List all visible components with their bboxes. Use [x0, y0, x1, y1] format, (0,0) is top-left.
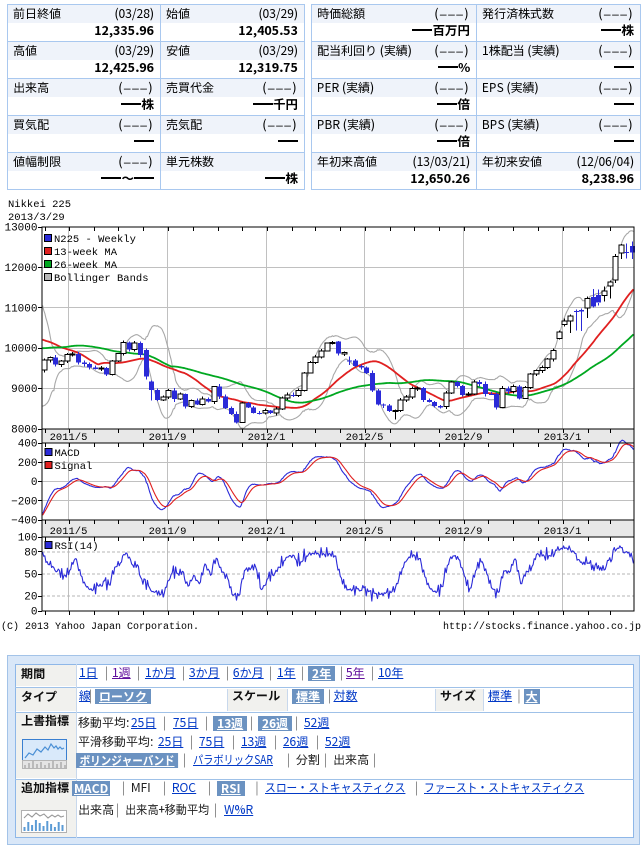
svg-text:2012/1: 2012/1: [248, 432, 286, 444]
svg-text:2011/9: 2011/9: [149, 526, 187, 538]
svg-text:2011/5: 2011/5: [50, 432, 88, 444]
svg-text:MACD: MACD: [55, 448, 80, 460]
svg-text:80: 80: [24, 547, 37, 559]
svg-text:8000: 8000: [11, 425, 37, 437]
svg-text:RSI(14): RSI(14): [55, 541, 99, 553]
svg-text:400: 400: [18, 439, 38, 451]
svg-text:2012/1: 2012/1: [248, 526, 286, 538]
svg-text:−200: −200: [11, 496, 37, 508]
svg-text:13-week MA: 13-week MA: [54, 247, 118, 259]
svg-text:100: 100: [18, 533, 38, 545]
svg-text:26-week MA: 26-week MA: [54, 260, 118, 272]
svg-text:9000: 9000: [11, 384, 37, 396]
svg-text:Signal: Signal: [55, 461, 93, 473]
svg-text:2011/5: 2011/5: [50, 526, 88, 538]
svg-text:2012/5: 2012/5: [346, 432, 384, 444]
svg-text:Bollinger Bands: Bollinger Bands: [54, 273, 149, 285]
svg-text:2013/1: 2013/1: [544, 526, 582, 538]
svg-text:2012/9: 2012/9: [445, 526, 483, 538]
svg-text:http://stocks.finance.yahoo.co: http://stocks.finance.yahoo.co.jp: [443, 621, 641, 633]
svg-text:(C) 2013 Yahoo Japan Corporati: (C) 2013 Yahoo Japan Corporation.: [1, 621, 199, 633]
svg-text:−400: −400: [11, 516, 37, 528]
svg-text:2012/9: 2012/9: [445, 432, 483, 444]
svg-text:11000: 11000: [4, 303, 37, 315]
svg-text:13000: 13000: [4, 223, 37, 235]
svg-text:Nikkei 225: Nikkei 225: [8, 199, 71, 211]
svg-text:0: 0: [31, 477, 38, 489]
svg-text:20: 20: [24, 592, 37, 604]
svg-text:12000: 12000: [4, 263, 37, 275]
svg-text:50: 50: [24, 570, 37, 582]
svg-text:0: 0: [31, 607, 38, 619]
svg-text:10000: 10000: [4, 344, 37, 356]
svg-text:200: 200: [18, 458, 38, 470]
svg-text:N225 - Weekly: N225 - Weekly: [54, 234, 136, 246]
svg-text:2011/9: 2011/9: [149, 432, 187, 444]
svg-text:2012/5: 2012/5: [346, 526, 384, 538]
svg-text:2013/1: 2013/1: [544, 432, 582, 444]
